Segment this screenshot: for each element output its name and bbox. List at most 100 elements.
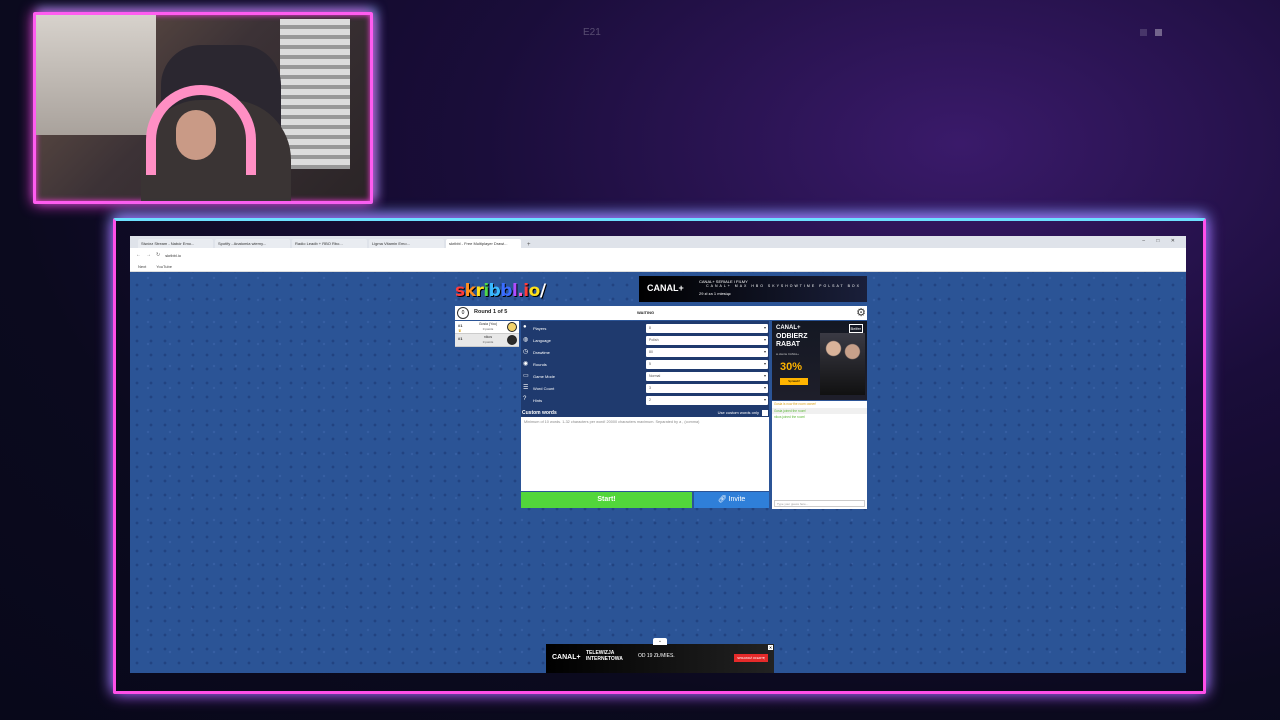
hints-select[interactable]: 2: [646, 396, 768, 405]
use-custom-words-label: Use custom words only: [717, 410, 759, 415]
chat-message: nikos joined the room!: [774, 415, 806, 419]
game-mode-select[interactable]: Normal: [646, 372, 768, 381]
avatar: [507, 322, 517, 332]
ad-subtext: w ofercie CANAL+: [776, 352, 799, 356]
setting-label: Word Count: [533, 386, 555, 391]
address-bar: ← → ↻ skribbl.io: [130, 248, 1186, 262]
top-banner-ad[interactable]: CANAL+ CANAL+ SERIALE I FILMY 29 zł za 1…: [639, 276, 867, 302]
players-select[interactable]: 8: [646, 324, 768, 333]
webcam-room: [36, 15, 156, 135]
link-icon: 🔗︎: [717, 496, 727, 503]
ad-partners: CANAL+ MAX HBO SKYSHOWTIME POLSAT BOX: [706, 284, 861, 288]
ad-headline: ODBIERZ RABAT: [776, 333, 808, 348]
window-controls[interactable]: – □ ✕: [1142, 238, 1180, 244]
setting-word-count: ☰ Word Count 3: [521, 383, 769, 395]
ad-brand: CANAL+: [647, 283, 684, 293]
ad-price: OD 19 ZŁ/MIES.: [638, 653, 675, 659]
setting-hints: ? Hints 2: [521, 395, 769, 407]
chat-panel: Gosia is now the room owner! Gosia joine…: [772, 401, 867, 509]
word-count-icon: ☰: [523, 385, 529, 391]
setting-label: Players: [533, 326, 547, 331]
clock-icon: 0: [457, 307, 469, 319]
tab-bar: Stwórz Stream - Nabór Emo... Spotify - A…: [130, 236, 1186, 248]
chevron-down-icon[interactable]: ⌄: [653, 638, 667, 645]
bottom-banner-ad[interactable]: ⌄ CANAL+ TELEWIZJA INTERNETOWA OD 19 ZŁ/…: [546, 638, 774, 673]
skribbl-logo[interactable]: skribbl.io/: [455, 281, 546, 301]
setting-players: ● Players 8: [521, 323, 769, 335]
clock-icon: ◷: [523, 349, 529, 355]
ad-cta-button[interactable]: Sprawdź: [780, 378, 808, 385]
custom-words-header: Custom words Use custom words only: [521, 407, 769, 417]
browser-window: Stwórz Stream - Nabór Emo... Spotify - A…: [130, 236, 1186, 673]
back-icon[interactable]: ←: [136, 252, 141, 258]
setting-game-mode: ▭ Game Mode Normal: [521, 371, 769, 383]
chat-input[interactable]: Type your guess here...: [774, 500, 865, 507]
lobby-buttons: Start! 🔗︎ Invite: [521, 492, 769, 508]
game-status: WAITING: [637, 310, 655, 315]
word-count-select[interactable]: 3: [646, 384, 768, 393]
player-name: Gosia (You): [478, 322, 498, 326]
browser-tab[interactable]: Radio Leadb + RBO Rbo...: [292, 239, 367, 248]
bookmarks-bar: Next YouTube: [130, 262, 1186, 272]
hints-icon: ?: [523, 396, 527, 402]
ad-cta-button[interactable]: SPRAWDŹ OFERTĘ: [734, 654, 768, 662]
browser-tab[interactable]: Spotify - Anatomia wierny...: [215, 239, 290, 248]
setting-label: Rounds: [533, 362, 547, 367]
drawtime-select[interactable]: 80: [646, 348, 768, 357]
player-row[interactable]: #1 ♛ Gosia (You) 0 points: [455, 321, 519, 334]
player-points: 0 points: [482, 340, 494, 344]
avatar: [507, 335, 517, 345]
side-banner-ad[interactable]: CANAL+ ODBIERZ RABAT w ofercie CANAL+ 30…: [772, 321, 867, 400]
game-mode-icon: ▭: [523, 373, 529, 379]
webcam-feed: [33, 12, 373, 204]
player-points: 0 points: [482, 327, 494, 331]
person-icon: ●: [523, 324, 527, 330]
ad-brand: CANAL+: [776, 325, 801, 331]
browser-tab[interactable]: Stwórz Stream - Nabór Emo...: [138, 239, 213, 248]
bookmark-item[interactable]: Next: [138, 264, 146, 269]
ad-brand: CANAL+: [552, 654, 581, 661]
lobby-settings: ● Players 8 ◍ Language Polish ◷ Drawtime…: [521, 321, 769, 491]
ad-show-logo: Belfer: [848, 324, 863, 333]
setting-drawtime: ◷ Drawtime 80: [521, 347, 769, 359]
player-rank: #1: [458, 336, 463, 341]
rounds-select[interactable]: 5: [646, 360, 768, 369]
ad-price: 29 zł za 1 miesiąc: [699, 291, 731, 296]
language-select[interactable]: Polish: [646, 336, 768, 345]
overlay-decoration: [1140, 29, 1147, 36]
custom-words-input[interactable]: Minimum of 10 words. 1-32 characters per…: [521, 417, 769, 491]
ad-discount: 30%: [780, 361, 803, 373]
crown-icon: ♛: [458, 328, 462, 333]
browser-tab-active[interactable]: skribbl - Free Multiplayer Drawi...: [446, 239, 521, 248]
setting-label: Language: [533, 338, 551, 343]
url-field[interactable]: skribbl.io: [165, 253, 181, 258]
setting-language: ◍ Language Polish: [521, 335, 769, 347]
browser-tab[interactable]: Ligma Vitamin Emo...: [369, 239, 444, 248]
invite-label: Invite: [728, 496, 746, 503]
setting-label: Drawtime: [533, 350, 550, 355]
ad-image: [820, 333, 865, 395]
overlay-decoration: [1155, 29, 1162, 36]
gear-icon[interactable]: ⚙: [856, 307, 866, 319]
close-icon[interactable]: ✕: [768, 645, 773, 650]
language-icon: ◍: [523, 337, 529, 343]
reload-icon[interactable]: ↻: [156, 252, 160, 258]
setting-label: Hints: [533, 398, 543, 403]
invite-button[interactable]: 🔗︎ Invite: [694, 492, 769, 508]
setting-rounds: ◉ Rounds 5: [521, 359, 769, 371]
forward-icon[interactable]: →: [146, 252, 151, 258]
use-custom-words-checkbox[interactable]: [762, 410, 768, 416]
webcam-blinds: [280, 19, 350, 169]
ad-product: TELEWIZJA INTERNETOWA: [586, 650, 623, 662]
start-button[interactable]: Start!: [521, 492, 692, 508]
rounds-icon: ◉: [523, 361, 529, 367]
player-row[interactable]: #1 nikos 0 points: [455, 334, 519, 347]
round-bar: 0 Round 1 of 5 WAITING ⚙: [455, 306, 867, 320]
round-label: Round 1 of 5: [474, 309, 508, 315]
custom-words-label: Custom words: [522, 410, 557, 416]
overlay-top-label: E21: [583, 27, 601, 38]
bookmark-item[interactable]: YouTube: [156, 264, 172, 269]
player-list: #1 ♛ Gosia (You) 0 points #1 nikos 0 poi…: [455, 321, 519, 347]
player-name: nikos: [483, 335, 493, 339]
setting-label: Game Mode: [533, 374, 556, 379]
